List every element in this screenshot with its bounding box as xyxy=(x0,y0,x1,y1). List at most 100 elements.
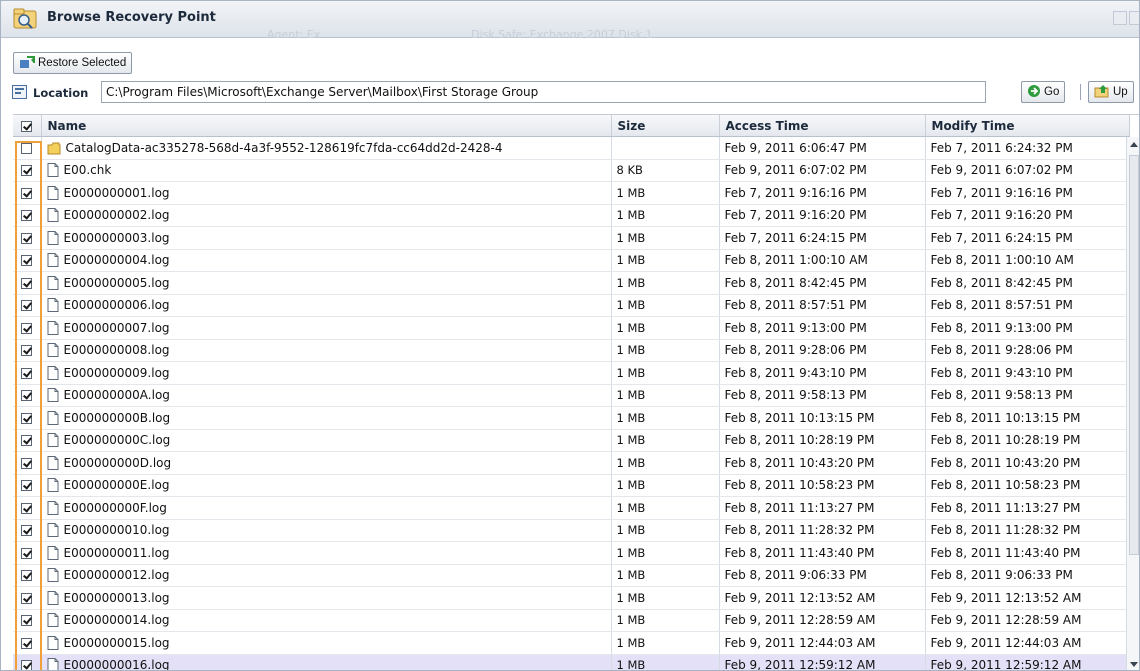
table-row[interactable]: E0000000011.log 1 MB Feb 8, 2011 11:43:40 … xyxy=(13,541,1130,565)
row-checkbox[interactable] xyxy=(21,412,33,424)
table-row[interactable]: E000000000D.log 1 MB Feb 8, 2011 10:43:20 … xyxy=(13,451,1130,475)
table-row[interactable]: E0000000015.log 1 MB Feb 9, 2011 12:44:03 … xyxy=(13,631,1130,655)
row-checkbox-cell[interactable] xyxy=(13,361,42,385)
table-row[interactable]: E0000000002.log 1 MB Feb 7, 2011 9:16:20 P… xyxy=(13,204,1130,227)
close-icon[interactable] xyxy=(1129,11,1139,25)
row-checkbox[interactable] xyxy=(21,142,33,154)
row-checkbox-cell[interactable] xyxy=(13,564,42,587)
table-row[interactable]: E0000000001.log 1 MB Feb 7, 2011 9:16:16 P… xyxy=(13,181,1130,205)
name-cell[interactable]: E0000000007.log xyxy=(41,316,612,340)
row-checkbox-cell[interactable] xyxy=(13,226,42,250)
row-checkbox[interactable] xyxy=(21,547,33,559)
row-checkbox[interactable] xyxy=(21,187,33,199)
row-checkbox-cell[interactable] xyxy=(13,496,42,520)
scrollbar-thumb[interactable] xyxy=(1129,155,1139,555)
row-checkbox[interactable] xyxy=(21,502,33,514)
column-header-access-time[interactable]: Access Time xyxy=(719,115,926,137)
table-row[interactable]: E000000000F.log 1 MB Feb 8, 2011 11:13:27 … xyxy=(13,496,1130,520)
table-row[interactable]: E0000000008.log 1 MB Feb 8, 2011 9:28:06 P… xyxy=(13,339,1130,362)
maximize-icon[interactable] xyxy=(1113,11,1127,25)
table-row[interactable]: E0000000006.log 1 MB Feb 8, 2011 8:57:51 P… xyxy=(13,294,1130,317)
name-cell[interactable]: E0000000015.log xyxy=(41,631,612,655)
table-row[interactable]: CatalogData-ac335278-568d-4a3f-9552-1286… xyxy=(13,136,1130,160)
name-cell[interactable]: E0000000014.log xyxy=(41,609,612,632)
row-checkbox[interactable] xyxy=(21,457,33,469)
table-row[interactable]: E0000000004.log 1 MB Feb 8, 2011 1:00:10 A… xyxy=(13,249,1130,272)
row-checkbox[interactable] xyxy=(21,345,33,357)
table-row[interactable]: E0000000010.log 1 MB Feb 8, 2011 11:28:32 … xyxy=(13,519,1130,542)
row-checkbox-cell[interactable] xyxy=(13,474,42,497)
name-cell[interactable]: E0000000016.log xyxy=(41,654,612,670)
row-checkbox[interactable] xyxy=(21,165,33,177)
row-checkbox-cell[interactable] xyxy=(13,429,42,452)
vertical-scrollbar[interactable] xyxy=(1126,137,1139,670)
row-checkbox[interactable] xyxy=(21,637,33,649)
name-cell[interactable]: E0000000011.log xyxy=(41,541,612,565)
name-cell[interactable]: E0000000005.log xyxy=(41,271,612,295)
row-checkbox[interactable] xyxy=(21,390,33,402)
row-checkbox-cell[interactable] xyxy=(13,316,42,340)
row-checkbox[interactable] xyxy=(21,660,33,670)
name-cell[interactable]: E0000000004.log xyxy=(41,249,612,272)
column-header-modify-time[interactable]: Modify Time xyxy=(925,115,1130,137)
row-checkbox-cell[interactable] xyxy=(13,136,42,160)
row-checkbox-cell[interactable] xyxy=(13,204,42,227)
name-cell[interactable]: E0000000006.log xyxy=(41,294,612,317)
row-checkbox[interactable] xyxy=(21,435,33,447)
name-cell[interactable]: E0000000009.log xyxy=(41,361,612,385)
row-checkbox[interactable] xyxy=(21,592,33,604)
row-checkbox[interactable] xyxy=(21,367,33,379)
name-cell[interactable]: E0000000012.log xyxy=(41,564,612,587)
row-checkbox-cell[interactable] xyxy=(13,541,42,565)
table-row[interactable]: E0000000009.log 1 MB Feb 8, 2011 9:43:10 P… xyxy=(13,361,1130,385)
row-checkbox-cell[interactable] xyxy=(13,249,42,272)
row-checkbox[interactable] xyxy=(21,615,33,627)
header-select-all[interactable] xyxy=(13,115,42,137)
table-row[interactable]: E000000000C.log 1 MB Feb 8, 2011 10:28:19 … xyxy=(13,429,1130,452)
row-checkbox-cell[interactable] xyxy=(13,159,42,182)
row-checkbox-cell[interactable] xyxy=(13,294,42,317)
row-checkbox[interactable] xyxy=(21,277,33,289)
name-cell[interactable]: CatalogData-ac335278-568d-4a3f-9552-1286… xyxy=(41,136,612,160)
go-button[interactable]: Go xyxy=(1021,81,1066,103)
table-row[interactable]: E0000000016.log 1 MB Feb 9, 2011 12:59:12 … xyxy=(13,654,1130,670)
row-checkbox[interactable] xyxy=(21,210,33,222)
column-header-name[interactable]: Name⇕ xyxy=(41,115,612,137)
scroll-down-icon[interactable] xyxy=(1130,662,1138,667)
name-cell[interactable]: E0000000013.log xyxy=(41,586,612,610)
table-row[interactable]: E0000000013.log 1 MB Feb 9, 2011 12:13:52 … xyxy=(13,586,1130,610)
name-cell[interactable]: E000000000B.log xyxy=(41,406,612,430)
row-checkbox-cell[interactable] xyxy=(13,406,42,430)
table-row[interactable]: E000000000E.log 1 MB Feb 8, 2011 10:58:23 … xyxy=(13,474,1130,497)
name-cell[interactable]: E0000000001.log xyxy=(41,181,612,205)
name-cell[interactable]: E00.chk xyxy=(41,159,612,182)
name-cell[interactable]: E000000000C.log xyxy=(41,429,612,452)
select-all-checkbox[interactable] xyxy=(21,120,33,132)
row-checkbox-cell[interactable] xyxy=(13,271,42,295)
row-checkbox-cell[interactable] xyxy=(13,181,42,205)
table-row[interactable]: E0000000003.log 1 MB Feb 7, 2011 6:24:15 P… xyxy=(13,226,1130,250)
table-row[interactable]: E0000000007.log 1 MB Feb 8, 2011 9:13:00 P… xyxy=(13,316,1130,340)
restore-selected-button[interactable]: Restore Selected xyxy=(13,52,133,74)
name-cell[interactable]: E000000000A.log xyxy=(41,384,612,407)
row-checkbox-cell[interactable] xyxy=(13,451,42,475)
row-checkbox[interactable] xyxy=(21,570,33,582)
table-row[interactable]: E0000000012.log 1 MB Feb 8, 2011 9:06:33 P… xyxy=(13,564,1130,587)
location-input[interactable] xyxy=(101,81,986,103)
up-button[interactable]: Up xyxy=(1088,81,1134,103)
row-checkbox-cell[interactable] xyxy=(13,654,42,670)
name-cell[interactable]: E000000000E.log xyxy=(41,474,612,497)
table-row[interactable]: E000000000A.log 1 MB Feb 8, 2011 9:58:13 P… xyxy=(13,384,1130,407)
row-checkbox-cell[interactable] xyxy=(13,631,42,655)
row-checkbox-cell[interactable] xyxy=(13,609,42,632)
name-cell[interactable]: E0000000003.log xyxy=(41,226,612,250)
scroll-up-icon[interactable] xyxy=(1130,142,1138,147)
table-row[interactable]: E00.chk 8 KB Feb 9, 2011 6:07:02 PM Feb 9, … xyxy=(13,159,1130,182)
name-cell[interactable]: E0000000010.log xyxy=(41,519,612,542)
row-checkbox-cell[interactable] xyxy=(13,519,42,542)
table-row[interactable]: E000000000B.log 1 MB Feb 8, 2011 10:13:15 … xyxy=(13,406,1130,430)
name-cell[interactable]: E0000000002.log xyxy=(41,204,612,227)
row-checkbox[interactable] xyxy=(21,525,33,537)
row-checkbox[interactable] xyxy=(21,322,33,334)
row-checkbox[interactable] xyxy=(21,480,33,492)
